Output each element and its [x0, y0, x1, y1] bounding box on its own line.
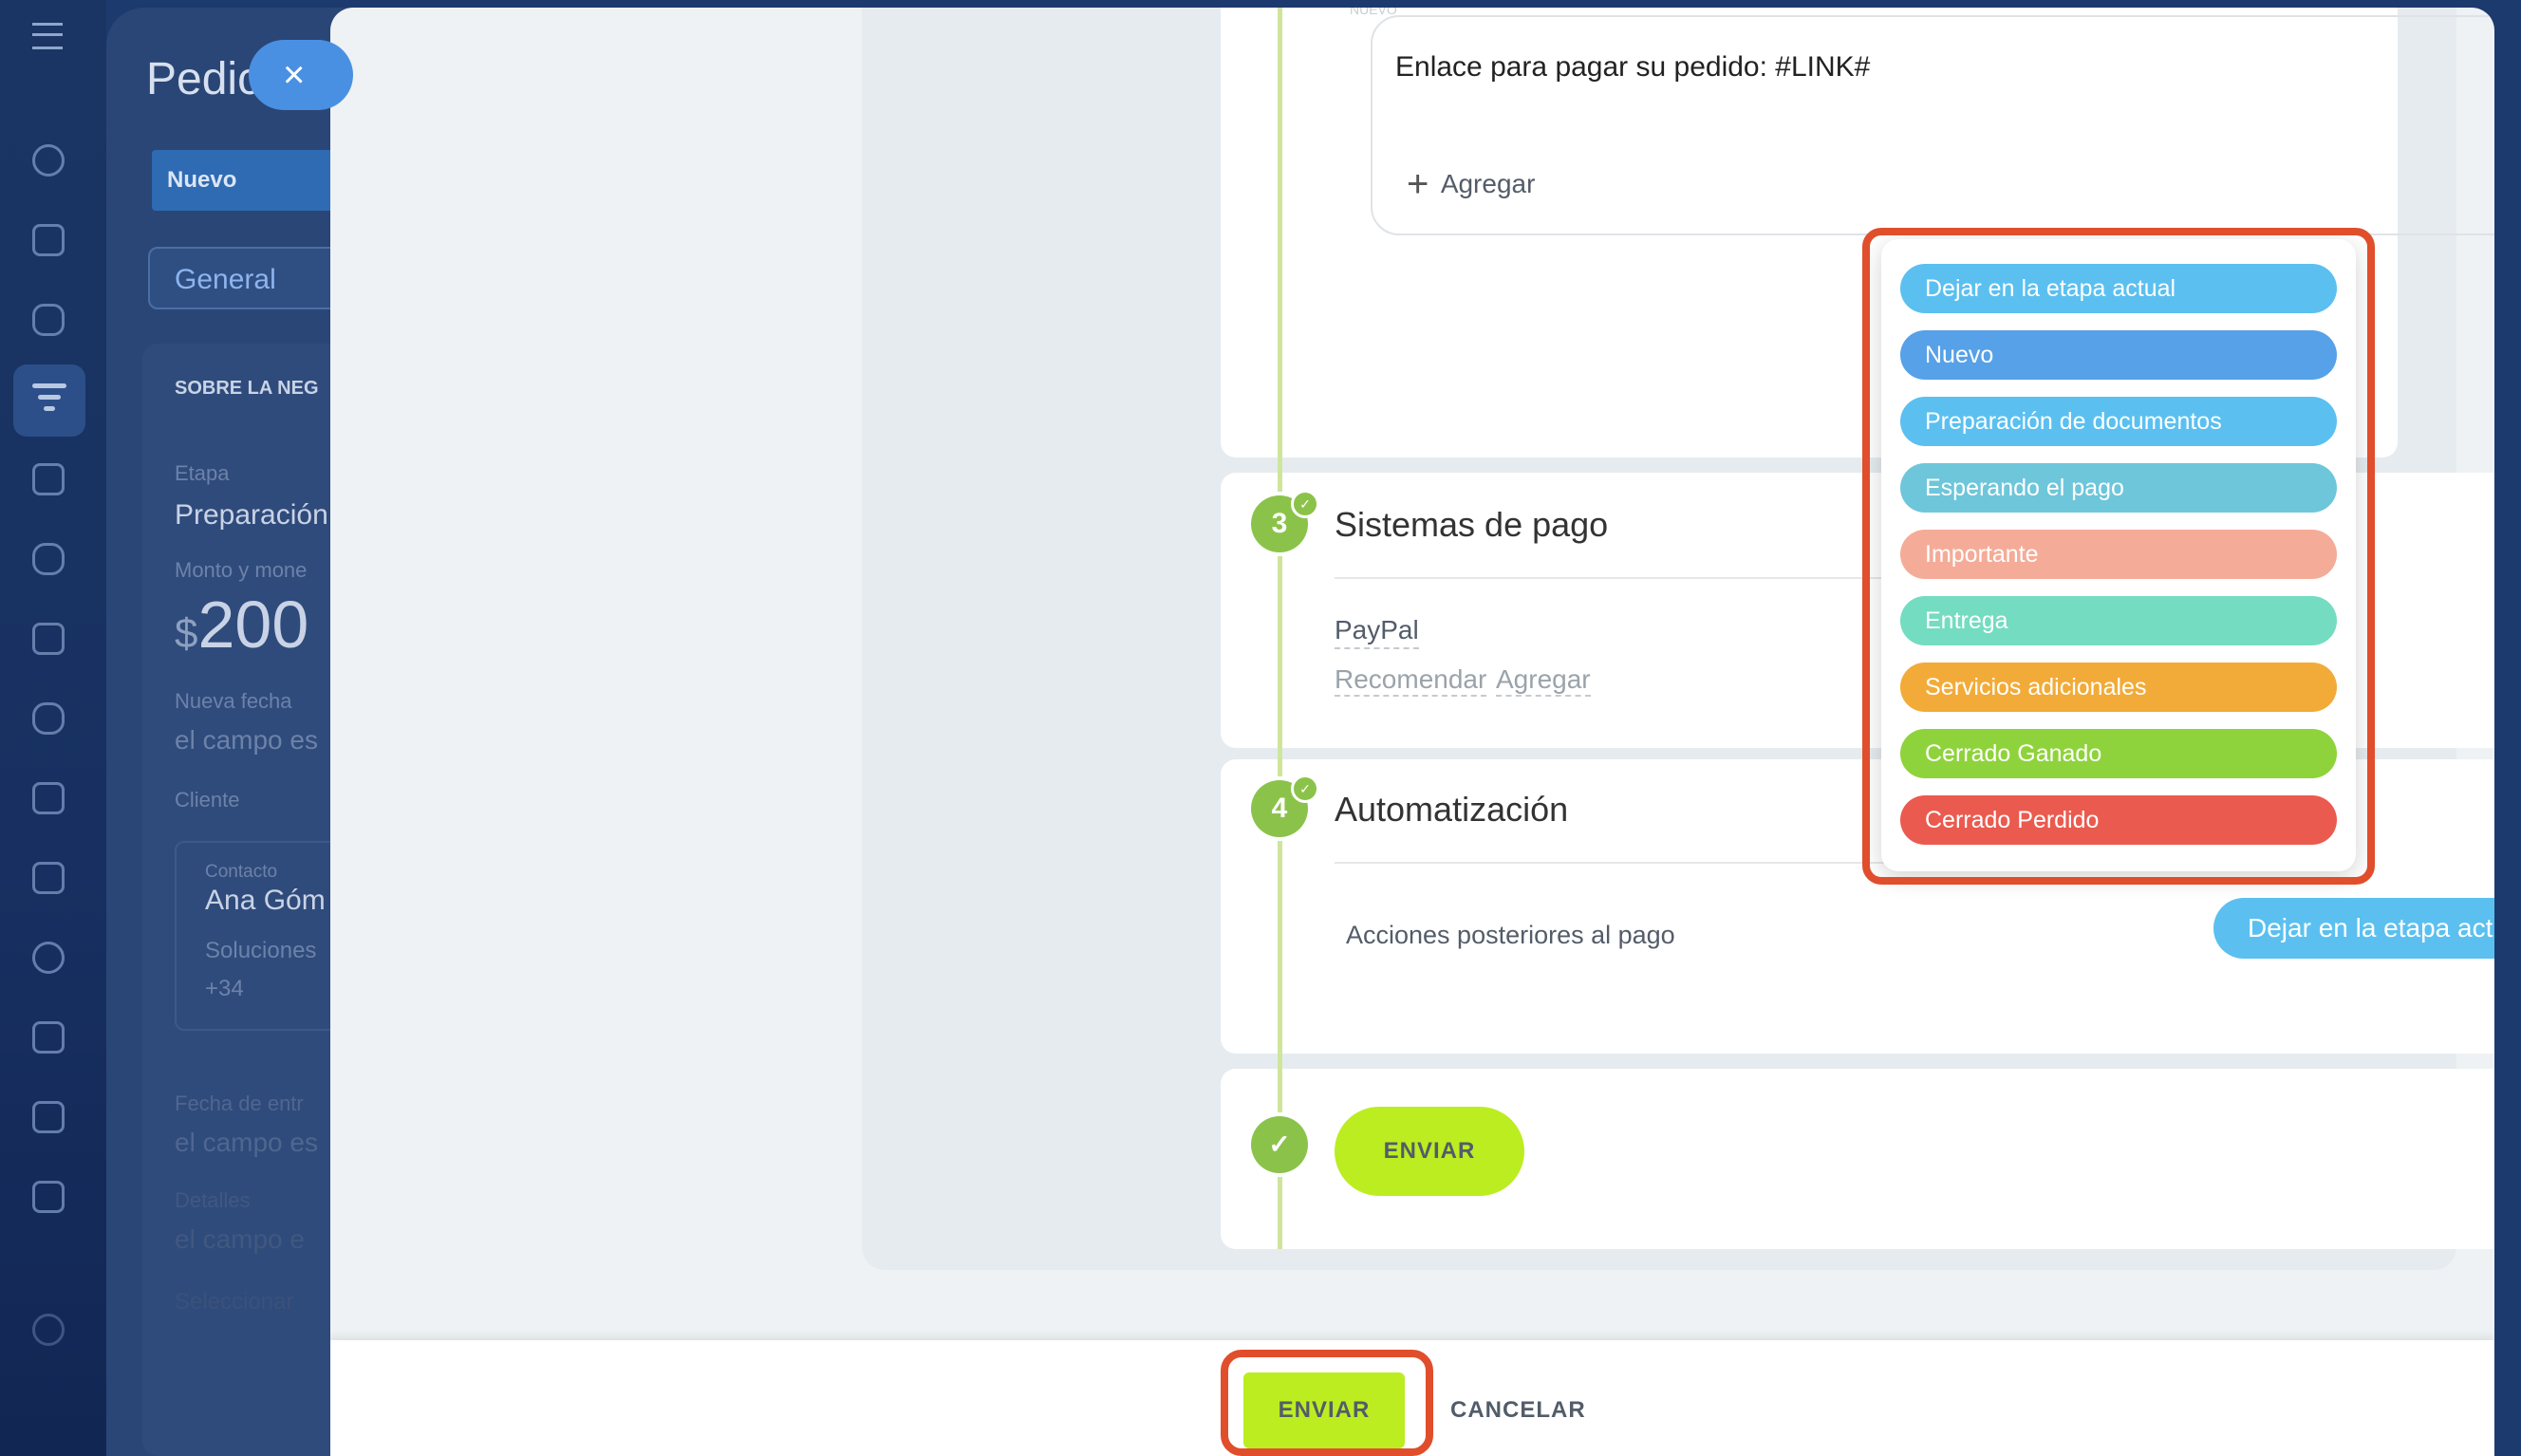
add-payment-link[interactable]: Agregar [1496, 664, 1591, 697]
delivery-field-value: el campo es [175, 1128, 318, 1157]
date-field-value: el campo es [175, 725, 318, 755]
after-payment-label: Acciones posteriores al pago [1346, 921, 1675, 949]
client-field-label: Cliente [175, 788, 240, 812]
menu-icon[interactable] [32, 23, 63, 49]
cancel-button[interactable]: CANCELAR [1450, 1397, 1586, 1424]
presentation-icon[interactable] [32, 1021, 65, 1054]
amount-number: 200 [197, 588, 309, 662]
add-variable-label: Agregar [1440, 169, 1536, 198]
amount-value: $200 [175, 587, 308, 663]
timeline-line [1278, 8, 1282, 1249]
printer-icon[interactable] [32, 1101, 65, 1133]
add-variable-button[interactable]: + Agregar [1407, 165, 1536, 205]
tab-general-label: General [175, 264, 276, 295]
page-title: Pedic [146, 54, 261, 104]
step-4-check-icon: ✓ [1291, 775, 1319, 803]
details-field-value: el campo e [175, 1224, 305, 1254]
hexagon-icon[interactable] [32, 543, 65, 575]
feed-icon[interactable] [32, 224, 65, 256]
left-nav-rail [0, 0, 106, 1456]
step-3-check-icon: ✓ [1291, 490, 1319, 518]
message-box[interactable]: Enlace para pagar su pedido: #LINK# + Ag… [1371, 15, 2494, 235]
details-field-label: Detalles [175, 1188, 251, 1212]
stage-button-label: Nuevo [167, 167, 237, 193]
contact-company: Soluciones [205, 938, 317, 963]
store-icon[interactable] [32, 862, 65, 894]
contact-label: Contacto [205, 862, 278, 882]
plus-icon: + [1407, 163, 1429, 205]
recommend-link[interactable]: Recomendar [1335, 664, 1487, 697]
amount-field-label: Monto y mone [175, 558, 308, 582]
chat-icon[interactable] [32, 304, 65, 336]
send-section-button[interactable]: ENVIAR [1335, 1107, 1524, 1196]
automation-title: Automatización [1335, 790, 1569, 829]
delivery-field-label: Fecha de entr [175, 1092, 304, 1115]
disk-icon[interactable] [32, 463, 65, 495]
close-slider-button[interactable]: × [249, 40, 353, 110]
robot-icon[interactable] [32, 702, 65, 735]
id-card-icon[interactable] [32, 1181, 65, 1213]
send-highlight-frame [1221, 1350, 1433, 1456]
section-label: SOBRE LA NEG [175, 378, 319, 399]
stage-field-value: Preparación [175, 499, 328, 531]
document-icon[interactable] [32, 782, 65, 814]
funnel-icon[interactable] [32, 383, 66, 416]
settings-icon[interactable] [32, 1314, 65, 1346]
after-payment-select[interactable]: Dejar en la etapa actual [2213, 898, 2494, 959]
dropdown-highlight-frame [1862, 228, 2375, 885]
payment-system-item[interactable]: PayPal [1335, 615, 1419, 649]
send-card: ENVIAR [1221, 1069, 2494, 1249]
contact-name[interactable]: Ana Góm [205, 885, 326, 917]
date-field-label: Nueva fecha [175, 689, 292, 713]
contact-phone: +34 [205, 976, 244, 1001]
calendar-icon[interactable] [32, 623, 65, 655]
message-text[interactable]: Enlace para pagar su pedido: #LINK# [1395, 51, 1870, 84]
send-step-check-icon: ✓ [1251, 1116, 1308, 1173]
stage-field-label: Etapa [175, 461, 230, 485]
after-payment-select-value: Dejar en la etapa actual [2248, 913, 2494, 943]
flows-icon[interactable] [32, 144, 65, 177]
select-link[interactable]: Seleccionar [175, 1289, 293, 1316]
payment-systems-title: Sistemas de pago [1335, 505, 1609, 544]
tab-general[interactable]: General [148, 247, 342, 309]
amount-currency: $ [175, 610, 198, 657]
target-icon[interactable] [32, 942, 65, 974]
close-icon: × [283, 54, 306, 96]
